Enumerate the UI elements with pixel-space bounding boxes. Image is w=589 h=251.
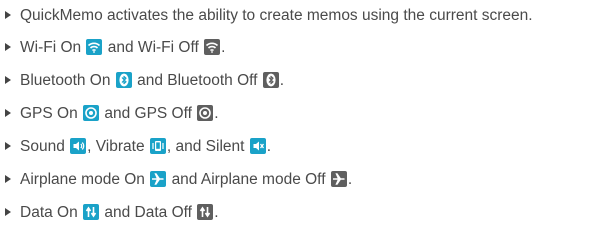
data-on-icon [83, 204, 100, 220]
list-item-wifi: Wi-Fi On and Wi-Fi Off . [0, 38, 589, 57]
bluetooth-on-icon [115, 72, 132, 88]
gps-on-label: GPS On [20, 105, 78, 122]
list-item-quickmemo: QuickMemo activates the ability to creat… [0, 6, 585, 25]
bullet-icon [5, 142, 11, 150]
airplane-line-period: . [347, 171, 353, 188]
airplane-off-label: and Airplane mode Off [171, 171, 326, 188]
vibrate-label: , Vibrate [87, 138, 145, 155]
list-item-sound: Sound , Vibrate , and Silent . [0, 137, 589, 156]
bluetooth-line-period: . [279, 72, 285, 89]
list-item-bluetooth: Bluetooth On and Bluetooth Off . [0, 71, 589, 90]
list-item-data: Data On and Data Off . [0, 203, 589, 222]
wifi-on-label: Wi-Fi On [20, 39, 82, 56]
silent-icon [249, 138, 266, 154]
data-on-label: Data On [20, 204, 78, 221]
bluetooth-off-icon [262, 72, 279, 88]
bluetooth-on-label: Bluetooth On [20, 72, 111, 89]
bullet-icon [5, 43, 11, 51]
sound-line-period: . [266, 138, 272, 155]
bullet-icon [5, 208, 11, 216]
list-item-text: QuickMemo activates the ability to creat… [20, 7, 533, 24]
gps-line-period: . [214, 105, 219, 122]
bullet-icon [5, 76, 11, 84]
list-item-gps: GPS On and GPS Off . [0, 104, 589, 123]
sound-label: Sound [20, 138, 65, 155]
bullet-icon [5, 109, 11, 117]
sound-icon [70, 138, 87, 154]
wifi-on-icon [86, 39, 103, 55]
wifi-line-period: . [221, 39, 226, 56]
settings-toggle-list: QuickMemo activates the ability to creat… [0, 6, 589, 236]
bullet-icon [5, 11, 11, 19]
bluetooth-off-label: and Bluetooth Off [137, 72, 258, 89]
silent-label: , and Silent [166, 138, 245, 155]
gps-off-label: and GPS Off [104, 105, 192, 122]
data-off-label: and Data Off [104, 204, 192, 221]
gps-off-icon [197, 105, 214, 121]
vibrate-icon [149, 138, 166, 154]
list-item-airplane-mode: Airplane mode On and Airplane mode Off . [0, 170, 589, 189]
gps-on-icon [83, 105, 100, 121]
airplane-on-icon [150, 171, 167, 187]
wifi-off-icon [204, 39, 221, 55]
bullet-icon [5, 175, 11, 183]
data-line-period: . [214, 204, 219, 221]
airplane-off-icon [330, 171, 347, 187]
data-off-icon [197, 204, 214, 220]
wifi-off-label: and Wi-Fi Off [107, 39, 199, 56]
airplane-on-label: Airplane mode On [20, 171, 145, 188]
